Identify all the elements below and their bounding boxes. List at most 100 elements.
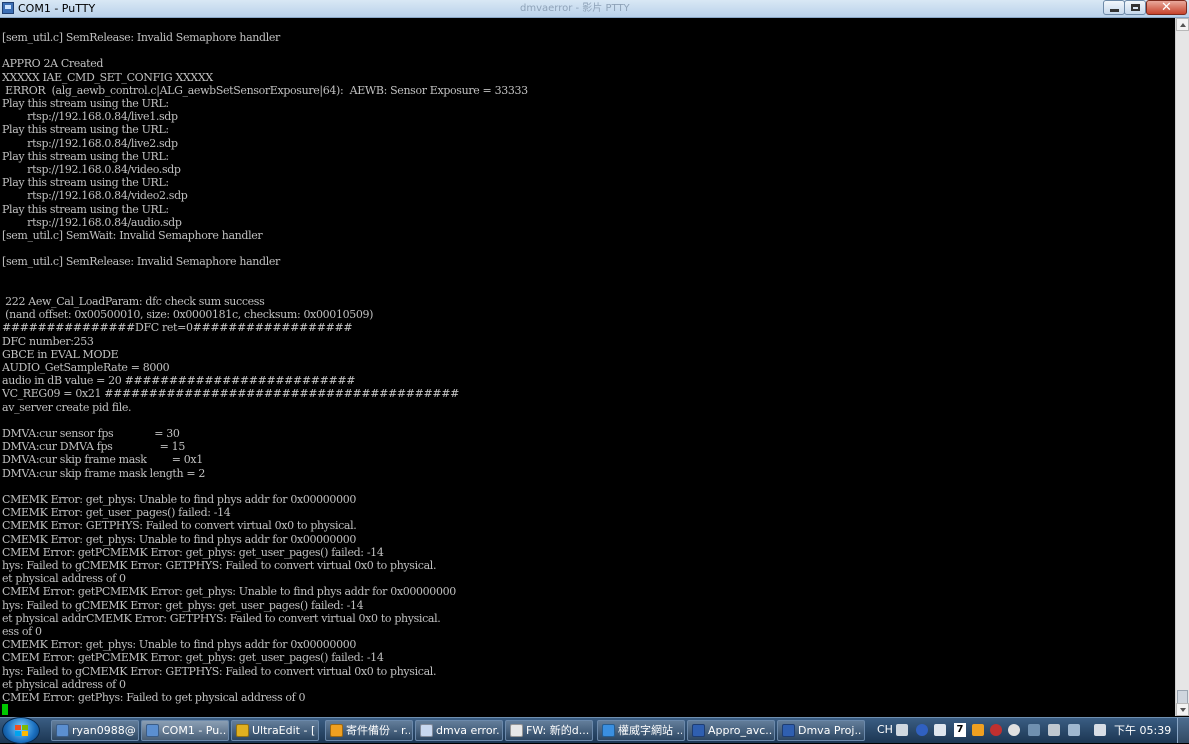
close-button[interactable]: ✕ <box>1146 0 1187 15</box>
terminal-line: Play this stream using the URL: <box>2 97 169 110</box>
terminal-cursor <box>2 704 8 715</box>
vertical-scrollbar[interactable] <box>1175 18 1189 716</box>
terminal-line: GBCE in EVAL MODE <box>2 347 119 361</box>
terminal-line: hys: Failed to gCMEMK Error: GETPHYS: Fa… <box>2 559 437 572</box>
network-icon[interactable] <box>1028 724 1040 736</box>
taskbar-item-label: COM1 - Pu... <box>162 724 226 737</box>
taskbar-item-label: Appro_avc... <box>708 724 772 737</box>
display-icon[interactable] <box>1068 724 1080 736</box>
terminal-line: DMVA:cur sensor fps = 30 <box>2 427 180 440</box>
scroll-up-button[interactable] <box>1176 18 1189 31</box>
maximize-button[interactable] <box>1124 0 1146 15</box>
terminal-line: ###############DFC ret=0################… <box>2 321 353 335</box>
tray-badge[interactable]: 7 <box>954 723 966 737</box>
taskbar-item[interactable]: FW: 新的d... <box>505 720 593 741</box>
globe-icon[interactable] <box>1008 724 1020 736</box>
terminal-line: DFC number:253 <box>2 334 94 348</box>
terminal-line: DMVA:cur skip frame mask = 0x1 <box>2 453 203 467</box>
terminal-line: ERROR (alg_aewb_control.c|ALG_aewbSetSen… <box>2 83 528 97</box>
antivirus-icon[interactable] <box>990 724 1002 736</box>
maximize-icon <box>1131 4 1140 11</box>
terminal-line: rtsp://192.168.0.84/video2.sdp <box>2 189 188 203</box>
language-indicator[interactable]: CH <box>877 723 893 737</box>
terminal-line: rtsp://192.168.0.84/audio.sdp <box>2 215 182 229</box>
taskbar-item-label: 權威字網站 ... <box>618 724 682 737</box>
terminal-line: et physical address of 0 <box>2 677 126 691</box>
taskbar-item[interactable]: ryan0988@... <box>51 720 139 741</box>
show-desktop-button[interactable] <box>1177 718 1189 743</box>
terminal-line: hys: Failed to gCMEMK Error: get_phys: g… <box>2 598 364 612</box>
terminal-line: DMVA:cur skip frame mask length = 2 <box>2 466 206 480</box>
ultraedit-icon <box>236 724 249 737</box>
terminal-line: CMEM Error: getPCMEMK Error: get_phys: g… <box>2 545 384 559</box>
window-title: COM1 - PuTTY <box>18 2 96 15</box>
outlook-icon <box>330 724 343 737</box>
help-icon[interactable] <box>916 724 928 736</box>
taskbar-item-label: FW: 新的d... <box>526 724 590 737</box>
close-icon: ✕ <box>1161 0 1172 15</box>
terminal-line: [sem_util.c] SemRelease: Invalid Semapho… <box>2 31 280 44</box>
putty-icon <box>146 724 159 737</box>
terminal-line: DMVA:cur DMVA fps = 15 <box>2 440 185 454</box>
taskbar-item[interactable]: 權威字網站 ... <box>597 720 685 741</box>
minimize-icon <box>1110 9 1119 12</box>
taskbar-item[interactable]: Appro_avc... <box>687 720 775 741</box>
taskbar-item[interactable]: 寄件備份 - r... <box>325 720 413 741</box>
terminal-line: rtsp://192.168.0.84/video.sdp <box>2 163 181 176</box>
title-bar[interactable]: COM1 - PuTTY dmvaerror - 影片 PTTY ✕ <box>0 0 1189 18</box>
outlook-tray-icon[interactable] <box>972 724 984 736</box>
settings-icon[interactable] <box>934 724 946 736</box>
terminal-line: Play this stream using the URL: <box>2 202 169 216</box>
start-button[interactable] <box>2 717 40 744</box>
terminal-line: et physical addrCMEMK Error: GETPHYS: Fa… <box>2 611 441 625</box>
putty-icon[interactable] <box>2 2 14 14</box>
terminal-line: Play this stream using the URL: <box>2 149 169 163</box>
terminal-line: APPRO 2A Created <box>2 57 104 71</box>
terminal-line: CMEMK Error: get_phys: Unable to find ph… <box>2 493 357 506</box>
taskbar-item[interactable]: Dmva Proj... <box>777 720 865 741</box>
taskbar-item-label: 寄件備份 - r... <box>346 724 410 737</box>
flag-icon[interactable] <box>1048 724 1060 736</box>
terminal-line: CMEMK Error: get_phys: Unable to find ph… <box>2 532 357 546</box>
taskbar-item-label: UltraEdit - [... <box>252 724 316 737</box>
taskbar-item-label: Dmva Proj... <box>798 724 862 737</box>
word-icon <box>692 724 705 737</box>
taskbar-item-label: dmva error... <box>436 724 500 737</box>
terminal-line: hys: Failed to gCMEMK Error: GETPHYS: Fa… <box>2 664 437 678</box>
background-window-title: dmvaerror - 影片 PTTY <box>520 3 630 14</box>
terminal-line: CMEM Error: getPCMEMK Error: get_phys: U… <box>2 585 456 599</box>
terminal-line: av_server create pid file. <box>2 400 132 414</box>
terminal-line: audio in dB value = 20 #################… <box>2 374 356 388</box>
terminal-line: (nand offset: 0x00500010, size: 0x000018… <box>2 308 374 322</box>
terminal-line: CMEMK Error: get_user_pages() failed: -1… <box>2 506 231 520</box>
terminal-line: CMEMK Error: GETPHYS: Failed to convert … <box>2 519 357 533</box>
terminal-line: Play this stream using the URL: <box>2 123 169 137</box>
terminal-line: CMEMK Error: get_phys: Unable to find ph… <box>2 638 357 652</box>
terminal-line: CMEM Error: getPCMEMK Error: get_phys: g… <box>2 651 384 665</box>
terminal-line: VC_REG09 = 0x21 ########################… <box>2 387 459 401</box>
word-icon <box>782 724 795 737</box>
minimize-button[interactable] <box>1103 0 1125 15</box>
taskbar: ryan0988@... COM1 - Pu... UltraEdit - [...… <box>0 717 1189 744</box>
terminal-line: Play this stream using the URL: <box>2 176 169 190</box>
mail-icon <box>510 724 523 737</box>
terminal-line: CMEM Error: getPhys: Failed to get physi… <box>2 691 306 704</box>
terminal-line: rtsp://192.168.0.84/live1.sdp <box>2 110 178 124</box>
scroll-down-button[interactable] <box>1176 703 1189 716</box>
paint-icon <box>420 724 433 737</box>
scroll-thumb[interactable] <box>1177 690 1188 704</box>
terminal-line: [sem_util.c] SemRelease: Invalid Semapho… <box>2 255 280 269</box>
terminal-output[interactable]: [sem_util.c] SemRelease: Invalid Semapho… <box>0 18 1175 716</box>
taskbar-item-label: ryan0988@... <box>72 724 136 737</box>
terminal-line: [sem_util.c] SemWait: Invalid Semaphore … <box>2 229 263 242</box>
clock[interactable]: 下午 05:39 <box>1114 724 1171 738</box>
taskbar-item[interactable]: dmva error... <box>415 720 503 741</box>
taskbar-item[interactable]: UltraEdit - [... <box>231 720 319 741</box>
putty-icon <box>56 724 69 737</box>
terminal-line: XXXXX IAE_CMD_SET_CONFIG XXXXX <box>2 70 213 84</box>
ie-icon <box>602 724 615 737</box>
terminal-line: 222 Aew_Cal_LoadParam: dfc check sum suc… <box>2 295 265 308</box>
taskbar-item[interactable]: COM1 - Pu... <box>141 720 229 741</box>
keyboard-icon[interactable] <box>896 724 908 736</box>
volume-icon[interactable] <box>1094 724 1106 736</box>
